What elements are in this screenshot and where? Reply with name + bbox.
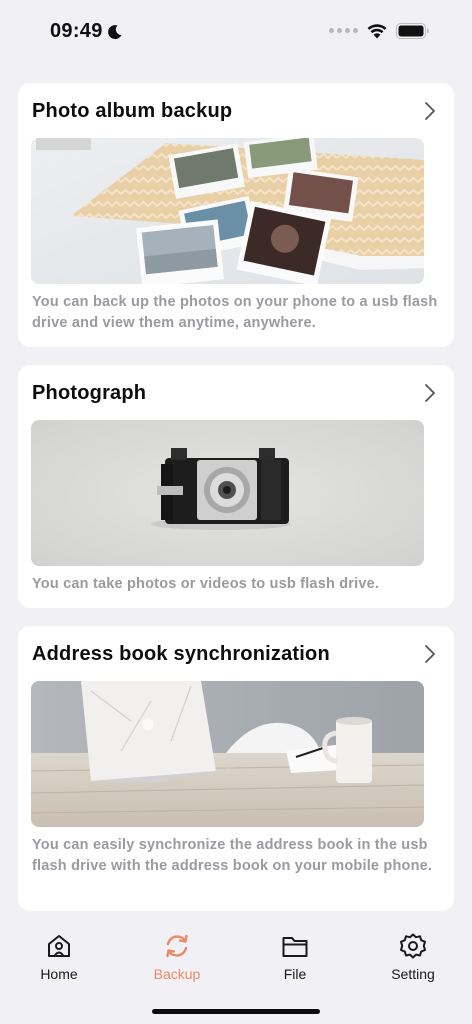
tab-setting[interactable]: Setting	[368, 932, 458, 982]
laptop-desk-image	[31, 681, 424, 827]
tab-label: File	[283, 966, 307, 982]
cellular-signal-icon	[329, 28, 358, 33]
card-description: You can easily synchronize the address b…	[32, 837, 433, 874]
chevron-right-icon[interactable]	[424, 101, 436, 121]
folder-icon	[282, 937, 308, 957]
card-description: You can take photos or videos to usb fla…	[32, 576, 380, 592]
tab-label: Backup	[153, 966, 201, 982]
photo-album-image	[31, 138, 424, 284]
home-icon	[48, 935, 70, 957]
tab-label: Setting	[391, 966, 435, 982]
photo-album-backup-card[interactable]: Photo album backup You can back up the p…	[18, 83, 454, 347]
card-description: You can back up the photos on your phone…	[32, 294, 438, 331]
tab-label: Home	[40, 966, 78, 982]
tab-backup[interactable]: Backup	[132, 932, 222, 982]
chevron-right-icon[interactable]	[424, 644, 436, 664]
status-indicators	[329, 22, 430, 39]
photograph-card[interactable]: Photograph You can take photos or videos…	[18, 365, 454, 608]
address-book-sync-card[interactable]: Address book synchronization You can eas…	[18, 626, 454, 911]
status-time: 09:49	[50, 20, 123, 43]
battery-icon	[396, 22, 429, 39]
home-indicator	[152, 1009, 320, 1014]
tab-home[interactable]: Home	[14, 932, 104, 982]
clock-text: 09:49	[50, 20, 103, 42]
sync-icon	[166, 934, 188, 958]
tab-file[interactable]: File	[250, 932, 340, 982]
wifi-icon	[367, 24, 387, 39]
gear-icon	[400, 933, 426, 959]
chevron-right-icon[interactable]	[424, 383, 436, 403]
status-bar: 09:49	[0, 0, 472, 64]
card-title: Address book synchronization	[32, 643, 330, 665]
card-title: Photo album backup	[32, 100, 233, 122]
vintage-camera-image	[31, 420, 424, 566]
moon-icon	[107, 24, 122, 39]
card-title: Photograph	[32, 382, 147, 404]
